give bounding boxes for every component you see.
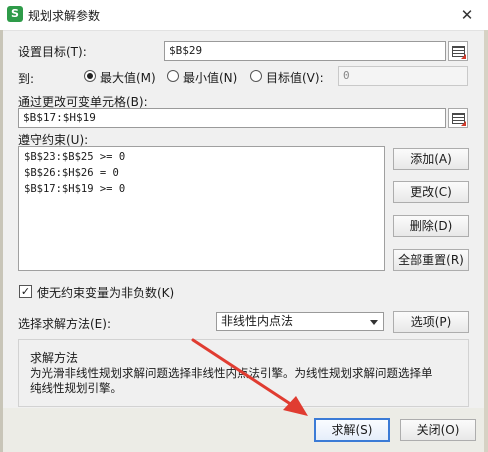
annotation-arrow-icon	[191, 338, 308, 416]
